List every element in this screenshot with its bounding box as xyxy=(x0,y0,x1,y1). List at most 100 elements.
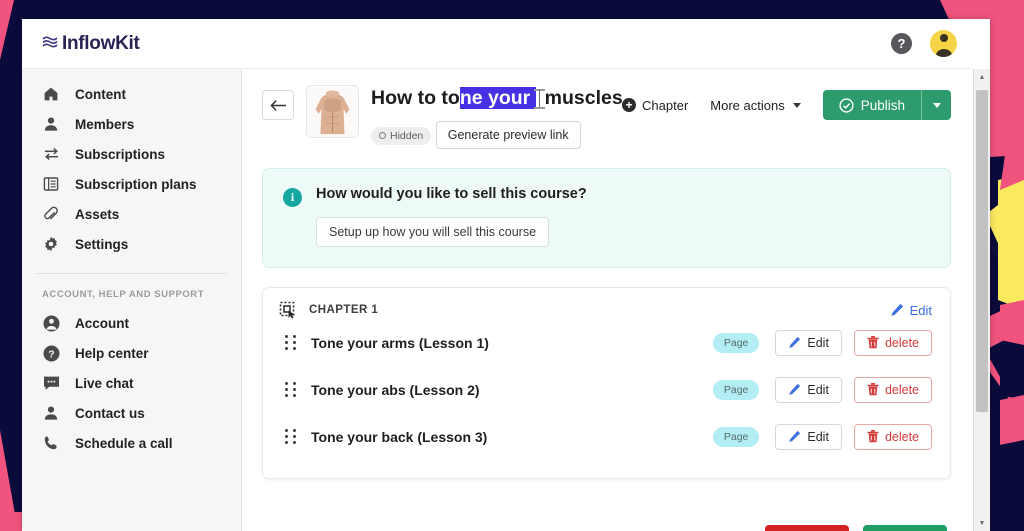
page-title[interactable]: How to tone your muscles xyxy=(371,87,623,110)
sidebar-item-subscription-plans[interactable]: Subscription plans xyxy=(22,169,241,199)
sidebar-item-label: Live chat xyxy=(75,375,134,391)
publish-button[interactable]: Publish xyxy=(822,90,921,120)
scroll-up-arrow-icon[interactable]: ▲ xyxy=(974,69,990,85)
more-actions-label: More actions xyxy=(710,97,785,113)
table-row[interactable]: Tone your arms (Lesson 1) Page Edit dele… xyxy=(279,319,932,366)
sidebar-item-label: Account xyxy=(75,315,129,331)
info-icon: i xyxy=(283,188,302,207)
course-thumbnail[interactable] xyxy=(306,85,359,138)
header-actions: + Chapter More actions Publish xyxy=(622,90,951,120)
page-badge: Page xyxy=(712,332,760,353)
sidebar-item-label: Settings xyxy=(75,236,129,252)
sidebar-item-label: Content xyxy=(75,86,126,102)
chevron-down-icon xyxy=(792,102,801,108)
lesson-title: Tone your back (Lesson 3) xyxy=(311,428,488,445)
app-logo[interactable]: InflowKit xyxy=(42,33,140,55)
content-area: How to tone your muscles Hidden Generate… xyxy=(242,69,973,531)
sidebar-item-subscriptions[interactable]: Subscriptions xyxy=(22,139,241,169)
browser-window: InflowKit ? Content Members Subscription… xyxy=(22,19,990,531)
sidebar-item-schedule-a-call[interactable]: Schedule a call xyxy=(22,428,241,458)
trash-icon xyxy=(867,383,879,396)
status-badge: Hidden xyxy=(371,126,432,145)
lesson-edit-button[interactable]: Edit xyxy=(775,376,842,403)
drag-handle-icon[interactable] xyxy=(285,335,296,350)
sidebar-item-settings[interactable]: Settings xyxy=(22,229,241,259)
sidebar-item-label: Assets xyxy=(75,206,120,222)
check-circle-icon xyxy=(839,97,854,113)
chapter-edit-label: Edit xyxy=(909,302,932,318)
svg-text:?: ? xyxy=(48,348,54,360)
sidebar-item-account[interactable]: Account xyxy=(22,308,241,338)
drag-handle-icon[interactable] xyxy=(285,382,296,397)
account-circle-icon xyxy=(42,314,60,332)
sidebar-item-label: Contact us xyxy=(75,405,145,421)
phone-icon xyxy=(42,434,60,452)
hidden-icon xyxy=(379,132,386,139)
more-actions-button[interactable]: More actions xyxy=(710,97,801,113)
lesson-edit-label: Edit xyxy=(807,429,829,444)
chapter-card: CHAPTER 1 Edit Tone your arms (Lesson 1) xyxy=(262,287,951,479)
app-main: Content Members Subscriptions Subscripti… xyxy=(22,69,990,531)
help-icon[interactable]: ? xyxy=(891,33,912,54)
torso-image xyxy=(307,87,358,137)
page-badge: Page xyxy=(712,426,760,447)
sidebar-item-label: Subscriptions xyxy=(75,146,166,162)
paperclip-icon xyxy=(42,205,60,223)
lesson-edit-button[interactable]: Edit xyxy=(775,329,842,356)
back-button[interactable] xyxy=(262,90,294,120)
chapter-header: CHAPTER 1 Edit xyxy=(279,301,932,319)
avatar[interactable] xyxy=(930,30,957,57)
sidebar-item-members[interactable]: Members xyxy=(22,109,241,139)
selection-cursor-icon xyxy=(279,301,297,319)
window-scrollbar[interactable]: ▲ ▼ xyxy=(973,69,990,531)
lesson-delete-button[interactable]: delete xyxy=(853,329,932,356)
lesson-edit-button[interactable]: Edit xyxy=(775,423,842,450)
lesson-delete-button[interactable]: delete xyxy=(853,376,932,403)
title-before: How to to xyxy=(371,87,460,109)
table-row[interactable]: Tone your abs (Lesson 2) Page Edit delet… xyxy=(279,366,932,413)
list-box-icon xyxy=(42,175,60,193)
chevron-down-icon xyxy=(932,102,941,108)
sidebar-item-label: Schedule a call xyxy=(75,435,173,451)
pencil-icon xyxy=(789,430,801,442)
sidebar-item-live-chat[interactable]: Live chat xyxy=(22,368,241,398)
lesson-delete-label: delete xyxy=(884,335,919,350)
page-header-text: How to tone your muscles Hidden Generate… xyxy=(371,85,623,149)
page-header: How to tone your muscles Hidden Generate… xyxy=(262,85,951,149)
trash-icon xyxy=(867,336,879,349)
sidebar-item-label: Help center xyxy=(75,345,149,361)
setup-selling-button[interactable]: Setup up how you will sell this course xyxy=(316,217,550,247)
chapter-edit-button[interactable]: Edit xyxy=(890,303,932,318)
home-icon xyxy=(42,85,60,103)
lesson-edit-label: Edit xyxy=(807,335,829,350)
banner-question: How would you like to sell this course? xyxy=(316,186,587,202)
add-chapter-label: Chapter xyxy=(642,97,689,113)
scroll-down-arrow-icon[interactable]: ▼ xyxy=(974,515,990,531)
arrow-left-icon xyxy=(269,99,286,111)
selection-cursor-icon-svg xyxy=(279,301,295,319)
person-icon xyxy=(42,404,60,422)
sidebar-item-help-center[interactable]: ? Help center xyxy=(22,338,241,368)
lesson-delete-button[interactable]: delete xyxy=(853,423,932,450)
lesson-delete-label: delete xyxy=(884,382,919,397)
publish-button-group: Publish xyxy=(822,90,951,120)
table-row[interactable]: Tone your back (Lesson 3) Page Edit dele… xyxy=(279,413,932,460)
banner-body: How would you like to sell this course? … xyxy=(316,186,587,247)
add-chapter-button[interactable]: + Chapter xyxy=(622,98,688,113)
page-badge: Page xyxy=(712,379,760,400)
drag-handle-icon[interactable] xyxy=(285,429,296,444)
app-topbar: InflowKit ? xyxy=(22,19,973,69)
publish-label: Publish xyxy=(860,97,905,113)
sell-course-banner: i How would you like to sell this course… xyxy=(262,168,951,268)
text-cursor-icon xyxy=(533,88,545,109)
sidebar-item-assets[interactable]: Assets xyxy=(22,199,241,229)
publish-dropdown-button[interactable] xyxy=(921,90,951,120)
sidebar-item-content[interactable]: Content xyxy=(22,79,241,109)
sidebar-item-label: Subscription plans xyxy=(75,176,197,192)
question-circle-icon: ? xyxy=(42,344,60,362)
app-logo-text: InflowKit xyxy=(62,32,140,54)
scrollbar-thumb[interactable] xyxy=(976,90,988,412)
lesson-title: Tone your abs (Lesson 2) xyxy=(311,381,480,398)
generate-preview-link-button[interactable]: Generate preview link xyxy=(435,121,581,149)
sidebar-item-contact-us[interactable]: Contact us xyxy=(22,398,241,428)
